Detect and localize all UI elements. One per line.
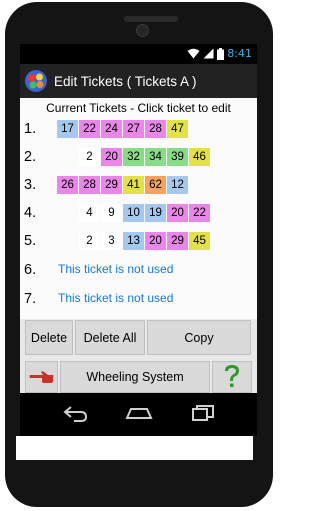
ticket-row-1[interactable]: 1. 17 22 24 27 28 47 xyxy=(20,117,257,141)
unused-ticket-label: This ticket is not used xyxy=(58,291,174,305)
ticket-number-cell[interactable]: 9 xyxy=(101,204,122,222)
copy-button[interactable]: Copy xyxy=(147,320,251,355)
ticket-cells: 4 9 10 19 20 22 xyxy=(57,204,211,222)
screen: 8:41 Edit Tickets ( Tickets A ) Current … xyxy=(20,44,257,436)
ticket-number-cell[interactable]: 2 xyxy=(79,232,100,250)
ticket-number: 3. xyxy=(24,177,37,193)
ticket-number-cell[interactable]: 20 xyxy=(167,204,188,222)
battery-icon xyxy=(217,47,225,60)
ticket-cells: 17 22 24 27 28 47 xyxy=(57,120,189,138)
phone-speaker xyxy=(124,16,178,22)
delete-all-button[interactable]: Delete All xyxy=(75,320,145,355)
ticket-number-cell[interactable]: 45 xyxy=(189,232,210,250)
ticket-number-cell[interactable]: 27 xyxy=(123,120,144,138)
ticket-cells: 26 28 29 41 62 12 xyxy=(57,176,189,194)
list-header: Current Tickets - Click ticket to edit xyxy=(46,101,231,115)
ticket-number: 7. xyxy=(24,291,37,307)
ticket-number-cell[interactable]: 29 xyxy=(167,232,188,250)
ticket-number-cell[interactable]: 32 xyxy=(123,148,144,166)
ticket-number-cell[interactable]: 26 xyxy=(57,176,78,194)
status-icons: 8:41 xyxy=(187,47,252,60)
status-bar: 8:41 xyxy=(20,44,257,64)
recent-apps-icon[interactable] xyxy=(192,405,214,423)
ticket-cells: 2 3 13 20 29 45 xyxy=(57,232,211,250)
question-mark-icon xyxy=(225,365,239,387)
ticket-number-cell[interactable] xyxy=(57,204,78,222)
ticket-number-cell[interactable]: 13 xyxy=(123,232,144,250)
ticket-number-cell[interactable]: 62 xyxy=(145,176,166,194)
phone-camera xyxy=(136,24,149,37)
ticket-number-cell[interactable]: 22 xyxy=(79,120,100,138)
ticket-number: 5. xyxy=(24,233,37,249)
back-icon[interactable] xyxy=(62,405,88,423)
action-bar: Edit Tickets ( Tickets A ) xyxy=(20,64,257,98)
pointing-hand-icon xyxy=(29,371,53,383)
home-icon[interactable] xyxy=(124,405,154,423)
lottery-balls-icon[interactable] xyxy=(24,69,48,93)
ticket-number-cell[interactable]: 29 xyxy=(101,176,122,194)
ticket-row-4[interactable]: 4. 4 9 10 19 20 22 xyxy=(20,201,257,225)
ticket-number: 6. xyxy=(24,262,37,278)
wifi-icon xyxy=(187,48,200,59)
ticket-number-cell[interactable]: 19 xyxy=(145,204,166,222)
wheeling-system-button[interactable]: Wheeling System xyxy=(60,361,210,393)
ticket-number: 1. xyxy=(24,121,37,137)
ticket-list: Current Tickets - Click ticket to edit 1… xyxy=(20,98,257,319)
app-title: Edit Tickets ( Tickets A ) xyxy=(54,73,197,89)
ticket-number-cell[interactable] xyxy=(57,232,78,250)
signal-icon xyxy=(203,48,214,59)
unused-ticket-label: This ticket is not used xyxy=(58,262,174,276)
ticket-number-cell[interactable]: 17 xyxy=(57,120,78,138)
ticket-number-cell[interactable]: 34 xyxy=(145,148,166,166)
ticket-row-2[interactable]: 2. 2 20 32 34 39 46 xyxy=(20,145,257,169)
ticket-row-3[interactable]: 3. 26 28 29 41 62 12 xyxy=(20,173,257,197)
delete-button[interactable]: Delete xyxy=(25,320,73,355)
ticket-number-cell[interactable]: 10 xyxy=(123,204,144,222)
ticket-number-cell[interactable]: 39 xyxy=(167,148,188,166)
ticket-number-cell[interactable]: 41 xyxy=(123,176,144,194)
ticket-cells: 2 20 32 34 39 46 xyxy=(57,148,211,166)
ticket-number-cell[interactable]: 12 xyxy=(167,176,188,194)
ticket-number-cell[interactable]: 4 xyxy=(79,204,100,222)
ticket-number-cell[interactable]: 20 xyxy=(101,148,122,166)
ticket-number-cell[interactable]: 2 xyxy=(79,148,100,166)
ticket-number-cell[interactable]: 46 xyxy=(189,148,210,166)
pointer-button[interactable] xyxy=(25,361,58,393)
ticket-number: 2. xyxy=(24,149,37,165)
ticket-number-cell[interactable]: 22 xyxy=(189,204,210,222)
status-time: 8:41 xyxy=(227,47,252,60)
ticket-number-cell[interactable]: 20 xyxy=(145,232,166,250)
ticket-row-6[interactable]: 6. This ticket is not used xyxy=(20,258,257,282)
help-button[interactable] xyxy=(212,361,252,393)
ticket-number-cell[interactable]: 28 xyxy=(79,176,100,194)
ticket-number-cell[interactable]: 28 xyxy=(145,120,166,138)
ticket-number-cell[interactable]: 3 xyxy=(101,232,122,250)
ticket-number: 4. xyxy=(24,205,37,221)
ticket-number-cell[interactable]: 24 xyxy=(101,120,122,138)
ticket-row-5[interactable]: 5. 2 3 13 20 29 45 xyxy=(20,229,257,253)
navigation-bar xyxy=(20,393,257,436)
ticket-number-cell[interactable]: 47 xyxy=(167,120,188,138)
phone-chin xyxy=(16,436,253,460)
ticket-number-cell[interactable] xyxy=(57,148,78,166)
ticket-row-7[interactable]: 7. This ticket is not used xyxy=(20,287,257,311)
action-buttons-row: Delete Delete All Copy xyxy=(25,320,255,355)
bottom-buttons-row: Wheeling System xyxy=(25,361,255,393)
